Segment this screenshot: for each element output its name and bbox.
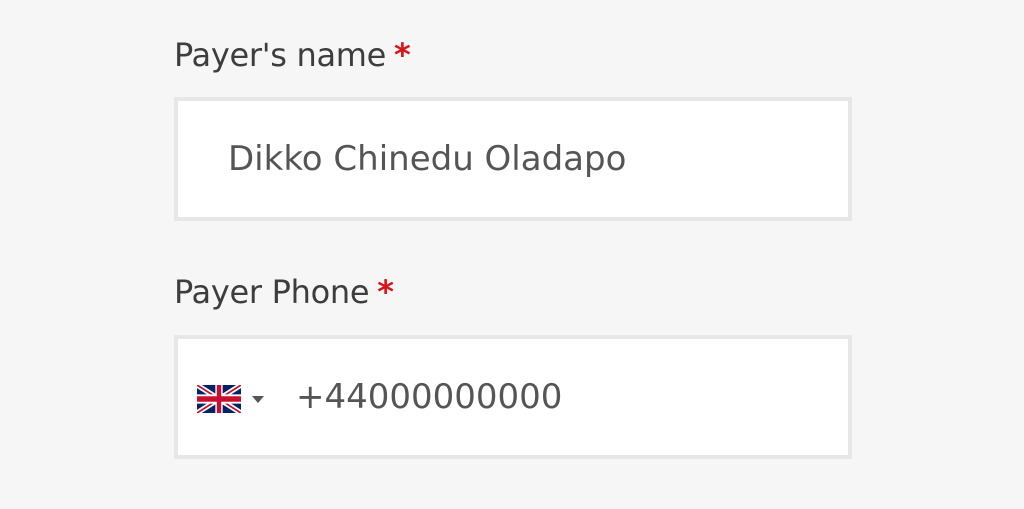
payer-name-label: Payer's name * <box>174 36 411 74</box>
payer-phone-input[interactable] <box>296 375 816 419</box>
required-asterisk: * <box>377 273 394 311</box>
chevron-down-icon <box>252 396 264 403</box>
payer-name-label-text: Payer's name <box>174 36 387 74</box>
required-asterisk: * <box>394 36 411 74</box>
payer-phone-field[interactable] <box>174 335 852 459</box>
payer-phone-label: Payer Phone * <box>174 273 394 311</box>
payer-name-field[interactable] <box>174 97 852 221</box>
payer-phone-label-text: Payer Phone <box>174 273 370 311</box>
payer-name-input[interactable] <box>228 137 818 181</box>
uk-flag-icon <box>197 385 241 413</box>
country-code-dropdown[interactable] <box>197 383 273 415</box>
